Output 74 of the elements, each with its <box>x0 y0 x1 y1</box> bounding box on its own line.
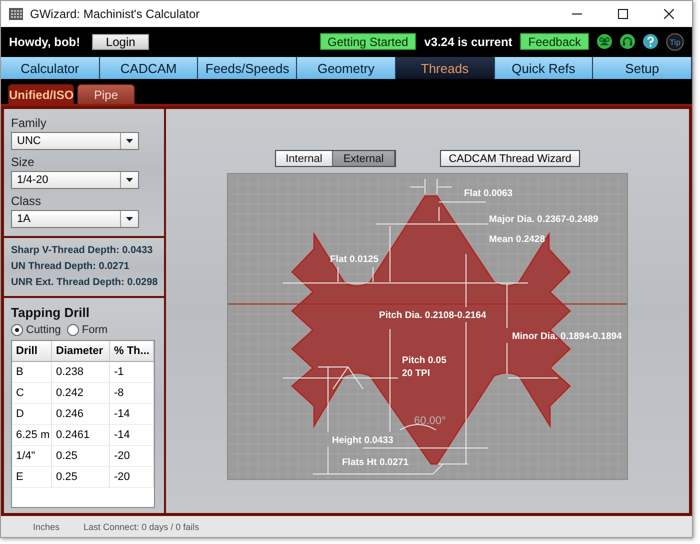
field-label: Size <box>11 155 36 169</box>
table-cell: 0.238 <box>52 362 110 383</box>
nav-tab[interactable]: Setup <box>593 57 692 79</box>
table-cell: E <box>12 467 52 488</box>
table-cell: -14 <box>110 425 154 446</box>
table-cell: -1 <box>110 362 154 383</box>
dimension-label: Mean 0.2428 <box>489 234 545 245</box>
dimension-label: Pitch Dia. 0.2108-0.2164 <box>379 310 486 321</box>
column-header[interactable]: Drill <box>12 341 52 362</box>
dimension-label: Pitch 0.05 <box>402 355 446 366</box>
units-status: Inches <box>33 522 60 532</box>
depth-value: UNR Ext. Thread Depth: 0.0298 <box>11 276 157 290</box>
dimension-label: 20 TPI <box>402 368 430 379</box>
depth-value: UN Thread Depth: 0.0271 <box>11 260 130 274</box>
angle-label: 60.00° <box>414 415 446 427</box>
dropdown[interactable]: UNC <box>11 132 139 150</box>
dimension-label: Height 0.0433 <box>332 435 394 446</box>
column-header[interactable]: % Th... <box>110 341 154 362</box>
table-cell: B <box>12 362 52 383</box>
people-icon[interactable] <box>597 34 612 49</box>
dimension-label: Major Dia. 0.2367-0.2489 <box>489 214 598 225</box>
nav-tab[interactable]: CADCAM <box>100 57 198 79</box>
column-header[interactable]: Diameter <box>52 341 110 362</box>
section-title: Tapping Drill <box>11 305 90 320</box>
version-status: v3.24 is current <box>424 34 512 48</box>
sub-tab[interactable]: Unified/ISO <box>8 84 74 104</box>
nav-tab[interactable]: Feeds/Speeds <box>198 57 298 79</box>
toggle-button[interactable]: Internal <box>276 151 334 166</box>
dropdown[interactable]: 1A <box>11 210 139 228</box>
table-cell: 0.25 <box>52 446 110 467</box>
nav-tab[interactable]: Geometry <box>297 57 396 79</box>
getting-started-button[interactable]: Getting Started <box>320 33 416 50</box>
table-cell: 0.2461 <box>52 425 110 446</box>
table-cell: C <box>12 383 52 404</box>
caret-icon <box>126 178 133 182</box>
field-label: Class <box>11 194 42 208</box>
help-icon[interactable] <box>643 34 658 49</box>
table-cell: 0.246 <box>52 404 110 425</box>
table-cell: -20 <box>110 467 154 488</box>
feedback-button[interactable]: Feedback <box>520 33 589 50</box>
tip-button[interactable]: Tip <box>666 32 684 50</box>
connection-status: Last Connect: 0 days / 0 fails <box>84 522 200 532</box>
window-title: GWizard: Machinist's Calculator <box>30 7 201 21</box>
nav-tab[interactable]: Calculator <box>1 57 100 79</box>
dropdown[interactable]: 1/4-20 <box>11 171 139 189</box>
table-cell: 1/4" <box>12 446 52 467</box>
caret-icon <box>126 139 133 143</box>
caret-icon <box>126 217 133 221</box>
greeting: Howdy, bob! <box>9 34 80 48</box>
nav-tab[interactable]: Quick Refs <box>494 57 594 79</box>
wizard-button[interactable]: CADCAM Thread Wizard <box>440 150 580 167</box>
dimension-label: Flats Ht 0.0271 <box>342 457 409 468</box>
table-cell: 0.242 <box>52 383 110 404</box>
maximize-icon[interactable] <box>618 9 628 19</box>
dimension-label: Minor Dia. 0.1894-0.1894 <box>512 331 622 342</box>
dimension-label: Flat 0.0125 <box>330 254 379 265</box>
table-cell: -8 <box>110 383 154 404</box>
nav-tab[interactable]: Threads <box>396 57 495 79</box>
sub-tab[interactable]: Pipe <box>77 84 135 104</box>
radio-option[interactable]: Form <box>66 324 108 336</box>
table-cell: -14 <box>110 404 154 425</box>
close-icon[interactable] <box>664 9 674 19</box>
dimension-label: Flat 0.0063 <box>464 188 513 199</box>
app-icon <box>9 7 23 21</box>
radio-option[interactable]: Cutting <box>11 324 61 336</box>
login-button[interactable]: Login <box>92 34 150 50</box>
table-cell: D <box>12 404 52 425</box>
table-cell: 6.25 m <box>12 425 52 446</box>
table-cell: 0.25 <box>52 467 110 488</box>
table-cell: -20 <box>110 446 154 467</box>
headset-icon[interactable] <box>620 34 635 49</box>
depth-value: Sharp V-Thread Depth: 0.0433 <box>11 244 154 258</box>
toggle-button[interactable]: External <box>333 151 395 166</box>
field-label: Family <box>11 116 48 130</box>
